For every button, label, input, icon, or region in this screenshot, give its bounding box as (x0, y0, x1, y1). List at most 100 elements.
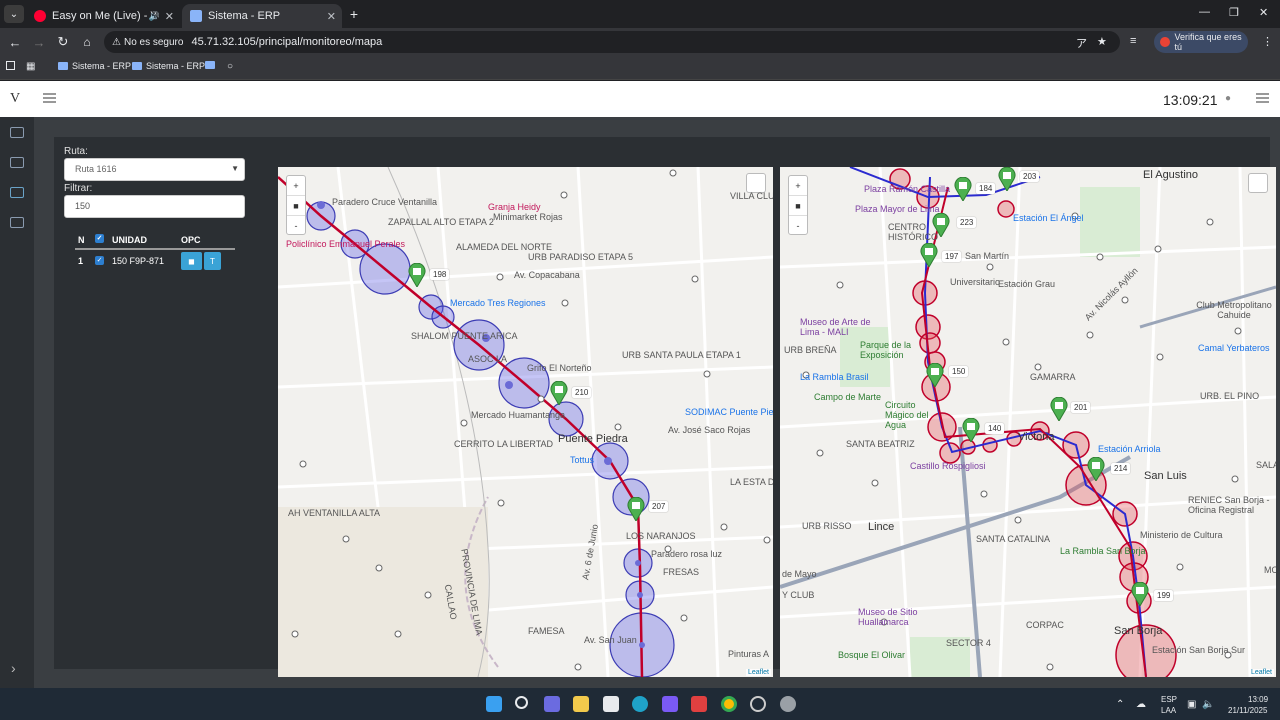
bookmark-star-icon[interactable]: ★ (1097, 35, 1107, 48)
minimize-icon[interactable]: — (1199, 6, 1210, 18)
user-icon[interactable]: ● (1225, 93, 1231, 104)
teams-icon[interactable] (544, 696, 560, 712)
start-icon[interactable] (486, 696, 502, 712)
back-icon[interactable]: ← (6, 33, 24, 51)
track-button[interactable]: T (204, 252, 221, 270)
translate-icon[interactable]: ア (1076, 35, 1087, 51)
address-bar[interactable]: ⚠ No es seguro 45.71.32.105/principal/mo… (104, 31, 1120, 53)
bookmark-item[interactable] (205, 61, 219, 69)
map-label: Policlínico Emmanuel Perales (286, 239, 406, 249)
tab-search-chevron-icon[interactable]: ⌄ (4, 5, 24, 23)
tab-grid-icon[interactable] (6, 61, 15, 70)
map-label: Minimarket Rojas (493, 212, 563, 222)
header-clock: 13:09:21 (1163, 92, 1218, 108)
onedrive-icon[interactable]: ☁ (1136, 699, 1146, 710)
app-logo[interactable]: V (10, 91, 20, 107)
security-label[interactable]: No es seguro (124, 37, 183, 48)
reload-icon[interactable]: ↻ (54, 33, 72, 51)
home-icon[interactable]: ■ (789, 196, 807, 216)
bookmark-item[interactable]: Sistema - ERP (58, 61, 131, 71)
bus-number-label: 210 (572, 387, 592, 398)
bookmark-item[interactable]: Sistema - ERP (132, 61, 205, 71)
home-icon[interactable]: ■ (287, 196, 305, 216)
tab-youtube[interactable]: Easy on Me (Live) - YouTube 🔊 ✕ (26, 4, 180, 28)
tray-chevron-icon[interactable]: ⌃ (1116, 699, 1124, 710)
language-indicator[interactable]: ESP (1161, 695, 1177, 704)
zoom-in-button[interactable]: + (789, 176, 807, 196)
bus-marker-icon[interactable] (1131, 582, 1149, 606)
copilot-icon[interactable] (662, 696, 678, 712)
bus-marker-icon[interactable] (627, 497, 645, 521)
bus-marker-icon[interactable] (962, 418, 980, 442)
erp-favicon-icon (132, 62, 142, 70)
ruta-select[interactable]: Ruta 1616 ▼ (64, 158, 245, 181)
bus-marker-icon[interactable] (932, 213, 950, 237)
forward-icon[interactable]: → (30, 33, 48, 51)
leaflet-attribution[interactable]: Leaflet (1248, 669, 1274, 676)
taskbar-time[interactable]: 13:09 (1248, 695, 1268, 704)
bus-marker-icon[interactable] (1050, 397, 1068, 421)
keyboard-layout[interactable]: LAA (1161, 706, 1176, 715)
bus-marker-icon[interactable] (408, 263, 426, 287)
bus-marker-icon[interactable] (926, 363, 944, 387)
sidebar-briefcase-icon[interactable] (10, 157, 24, 168)
tab-sistema-erp[interactable]: Sistema - ERP ✕ (182, 4, 342, 28)
sidebar-briefcase-icon[interactable] (10, 187, 24, 198)
map-right-canvas (780, 167, 1276, 677)
bus-marker-icon[interactable] (998, 167, 1016, 191)
search-icon[interactable] (515, 696, 528, 709)
bus-marker-icon[interactable] (550, 381, 568, 405)
car-button[interactable]: ◼ (181, 252, 202, 270)
leaflet-attribution[interactable]: Leaflet (745, 669, 771, 676)
media-control-icon[interactable]: ≡ (1130, 35, 1136, 47)
bookmark-globe-icon[interactable]: ○ (227, 61, 233, 72)
zoom-out-button[interactable]: - (287, 216, 305, 236)
map-label: de Mayo (782, 569, 817, 579)
sidebar-briefcase-icon[interactable] (10, 217, 24, 228)
chrome-icon[interactable] (721, 696, 737, 712)
bus-marker-icon[interactable] (954, 177, 972, 201)
map-label: SODIMAC Puente Pied (685, 407, 773, 417)
app-sidebar: › (0, 117, 34, 688)
chrome-alt-icon[interactable] (750, 696, 766, 712)
fullscreen-button[interactable] (1248, 173, 1268, 193)
row-checkbox[interactable]: ✓ (95, 256, 104, 265)
apps-icon[interactable]: ▦ (26, 61, 35, 72)
bus-marker-icon[interactable] (920, 243, 938, 267)
fullscreen-button[interactable] (746, 173, 766, 193)
map-label: Puente Piedra (558, 433, 628, 445)
filter-input[interactable]: 150 (64, 195, 245, 218)
file-explorer-icon[interactable] (573, 696, 589, 712)
select-all-checkbox[interactable]: ✓ (95, 234, 104, 243)
close-tab-icon[interactable]: ✕ (165, 10, 174, 23)
map-label: Castillo Rospigliosi (910, 461, 986, 471)
verify-identity-button[interactable]: Verifica que eres tú (1154, 31, 1248, 53)
edge-icon[interactable] (632, 696, 648, 712)
map-label: MO (1264, 565, 1276, 575)
zoom-out-button[interactable]: - (789, 216, 807, 236)
taskbar-date[interactable]: 21/11/2025 (1228, 706, 1267, 715)
close-tab-icon[interactable]: ✕ (327, 10, 336, 23)
sidebar-briefcase-icon[interactable] (10, 127, 24, 138)
volume-icon[interactable]: 🔈 (1202, 699, 1214, 710)
new-tab-icon[interactable]: + (344, 5, 364, 23)
monitor-icon[interactable]: ▣ (1187, 699, 1196, 710)
sidebar-expand-icon[interactable]: › (11, 660, 16, 676)
browser-menu-icon[interactable]: ⋮ (1262, 35, 1273, 48)
store-icon[interactable] (603, 696, 619, 712)
maximize-icon[interactable]: ❐ (1229, 6, 1239, 19)
settings-gear-icon[interactable] (780, 696, 796, 712)
home-icon[interactable]: ⌂ (78, 33, 96, 51)
bus-number-label: 197 (942, 251, 962, 262)
options-menu-icon[interactable] (1256, 93, 1269, 103)
url-text[interactable]: 45.71.32.105/principal/monitoreo/mapa (191, 36, 382, 48)
bus-number-label: 199 (1154, 590, 1174, 601)
map-park (1080, 187, 1140, 257)
map-right[interactable]: + ■ - Plaza Ramón Castilla Plaza Mayor d… (780, 167, 1276, 677)
anydesk-icon[interactable] (691, 696, 707, 712)
bus-marker-icon[interactable] (1087, 457, 1105, 481)
map-left[interactable]: + ■ - Paradero Cruce Ventanilla ZAPALLAL… (278, 167, 773, 677)
close-window-icon[interactable]: ✕ (1259, 6, 1268, 19)
hamburger-menu-icon[interactable] (43, 93, 56, 103)
zoom-in-button[interactable]: + (287, 176, 305, 196)
